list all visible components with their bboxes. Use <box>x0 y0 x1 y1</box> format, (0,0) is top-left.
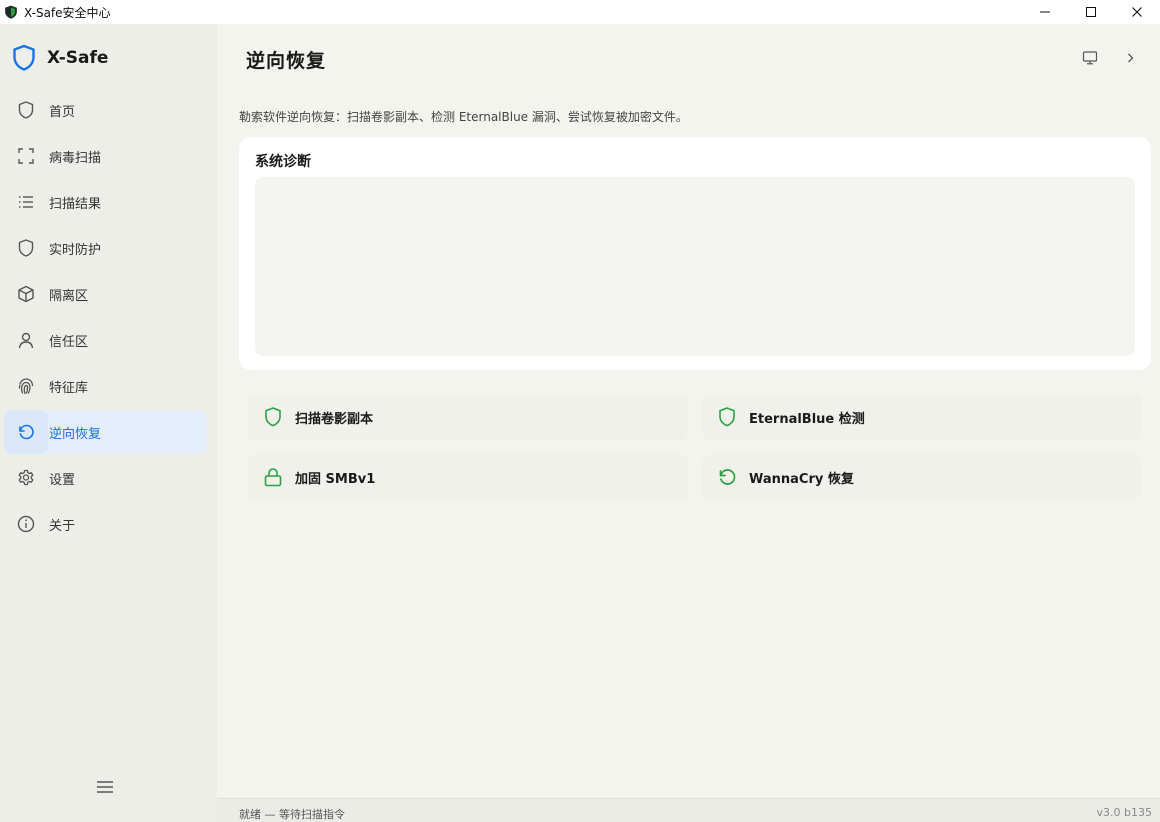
main-content: 逆向恢复 勒索软件逆向恢复：扫描卷影副本、检测 EternalBlue 漏洞、尝… <box>217 24 1160 798</box>
maximize-button[interactable] <box>1068 0 1114 24</box>
action-label: EternalBlue 检测 <box>749 411 865 427</box>
sidebar-item-label: 隔离区 <box>49 288 89 304</box>
sidebar-item-home[interactable]: 首页 <box>4 88 207 132</box>
shield-icon <box>716 406 738 428</box>
list-icon <box>16 192 36 212</box>
gear-icon <box>16 468 36 488</box>
sidebar-item-label: 信任区 <box>49 334 89 350</box>
scan-shadow-copy-button[interactable]: 扫描卷影副本 <box>248 394 688 440</box>
sidebar-item-trust-zone[interactable]: 信任区 <box>4 318 207 362</box>
shield-icon <box>16 238 36 258</box>
sidebar-item-settings[interactable]: 设置 <box>4 456 207 500</box>
sidebar-item-reverse-recovery[interactable]: 逆向恢复 <box>4 410 207 454</box>
sidebar-item-label: 关于 <box>49 518 76 534</box>
diagnosis-output <box>255 177 1135 356</box>
status-text: 就绪 — 等待扫描指令 <box>239 808 345 821</box>
lock-icon <box>262 466 284 488</box>
restore-icon <box>16 422 36 442</box>
action-label: 扫描卷影副本 <box>295 411 374 427</box>
brand: X-Safe <box>12 44 108 72</box>
display-button[interactable] <box>1078 48 1102 68</box>
menu-toggle-button[interactable] <box>94 776 116 798</box>
action-label: WannaCry 恢复 <box>749 471 854 487</box>
diagnosis-card: 系统诊断 <box>239 137 1151 370</box>
sidebar-item-quarantine[interactable]: 隔离区 <box>4 272 207 316</box>
version-label: v3.0 b135 <box>1096 806 1152 819</box>
window-title: X-Safe安全中心 <box>24 5 111 20</box>
monitor-icon <box>1082 50 1098 66</box>
sidebar-item-scan-results[interactable]: 扫描结果 <box>4 180 207 224</box>
eternalblue-detect-button[interactable]: EternalBlue 检测 <box>702 394 1142 440</box>
fingerprint-icon <box>16 376 36 396</box>
expand-button[interactable] <box>1118 48 1142 68</box>
brand-name: X-Safe <box>47 48 109 68</box>
hamburger-icon <box>96 780 114 794</box>
chevron-right-icon <box>1124 52 1136 64</box>
diagnosis-title: 系统诊断 <box>255 154 311 170</box>
wannacry-recovery-button[interactable]: WannaCry 恢复 <box>702 454 1142 500</box>
sidebar-item-label: 特征库 <box>49 380 89 396</box>
page-description: 勒索软件逆向恢复：扫描卷影副本、检测 EternalBlue 漏洞、尝试恢复被加… <box>239 110 688 124</box>
harden-smbv1-button[interactable]: 加固 SMBv1 <box>248 454 688 500</box>
sidebar-item-realtime-protection[interactable]: 实时防护 <box>4 226 207 270</box>
sidebar-item-virus-scan[interactable]: 病毒扫描 <box>4 134 207 178</box>
sidebar-item-signature-db[interactable]: 特征库 <box>4 364 207 408</box>
restore-icon <box>716 466 738 488</box>
scan-frame-icon <box>16 146 36 166</box>
brand-shield-icon <box>12 44 36 72</box>
sidebar-item-label: 首页 <box>49 104 76 120</box>
box-icon <box>16 284 36 304</box>
close-button[interactable] <box>1114 0 1160 24</box>
sidebar-item-label: 逆向恢复 <box>49 426 102 442</box>
minimize-button[interactable] <box>1022 0 1068 24</box>
sidebar-item-about[interactable]: 关于 <box>4 502 207 546</box>
sidebar-nav: 首页 病毒扫描 扫描结果 实时防护 隔离区 信任区 特征库 逆向恢复 设置 关于 <box>4 88 207 548</box>
title-bar: X-Safe安全中心 <box>0 0 1160 24</box>
status-bar: 就绪 — 等待扫描指令 v3.0 b135 <box>217 798 1160 822</box>
user-icon <box>16 330 36 350</box>
page-title: 逆向恢复 <box>246 50 327 72</box>
app-shield-icon <box>4 5 18 19</box>
sidebar-item-label: 实时防护 <box>49 242 102 258</box>
sidebar-item-label: 扫描结果 <box>49 196 102 212</box>
info-icon <box>16 514 36 534</box>
sidebar-item-label: 病毒扫描 <box>49 150 102 166</box>
sidebar-item-label: 设置 <box>49 472 76 488</box>
shield-icon <box>16 100 36 120</box>
sidebar: X-Safe 首页 病毒扫描 扫描结果 实时防护 隔离区 信任区 特征库 逆向恢… <box>0 24 217 822</box>
action-label: 加固 SMBv1 <box>295 471 376 487</box>
top-actions <box>1078 48 1142 68</box>
shield-icon <box>262 406 284 428</box>
